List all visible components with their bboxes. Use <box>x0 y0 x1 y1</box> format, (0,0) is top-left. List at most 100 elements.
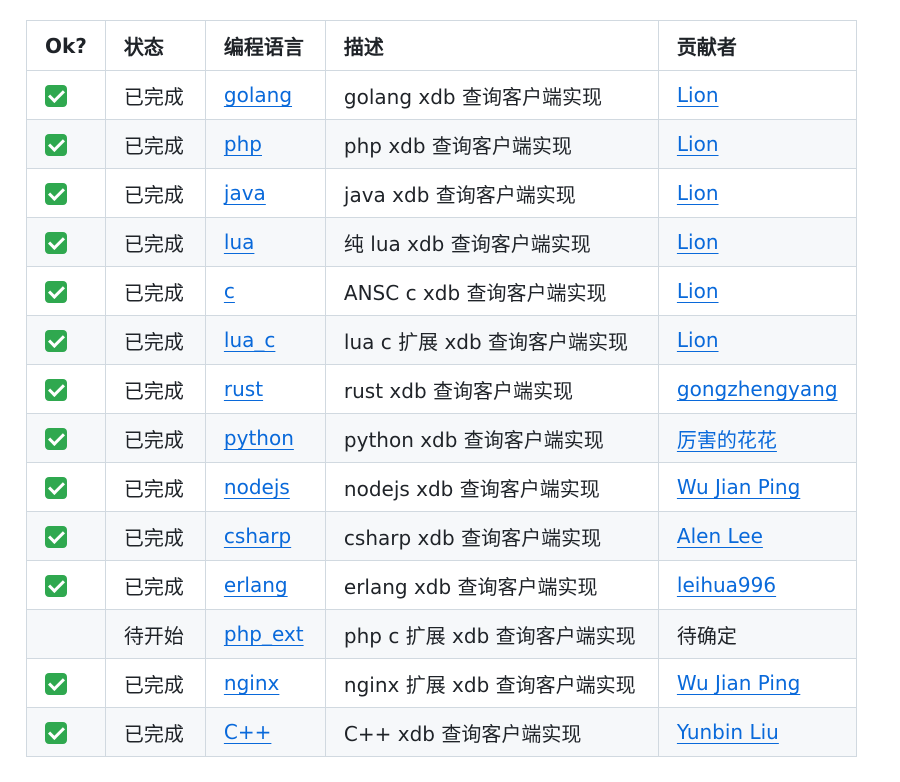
language-cell: python <box>204 413 326 463</box>
language-link[interactable]: lua_c <box>224 328 275 352</box>
description-cell: rust xdb 查询客户端实现 <box>324 364 659 414</box>
check-mark-button-icon <box>45 428 67 451</box>
ok-cell <box>26 70 106 120</box>
description-cell: java xdb 查询客户端实现 <box>324 168 659 218</box>
table-row: 已完成 nginx nginx 扩展 xdb 查询客户端实现 Wu Jian Ping <box>26 658 857 708</box>
contributor-link[interactable]: Wu Jian Ping <box>677 475 800 499</box>
ok-cell <box>26 168 106 218</box>
table-row: 已完成 php php xdb 查询客户端实现 Lion <box>26 119 857 169</box>
status-cell: 已完成 <box>104 560 206 610</box>
check-mark-button-icon <box>45 134 67 157</box>
ok-cell <box>26 266 106 316</box>
description-cell: php xdb 查询客户端实现 <box>324 119 659 169</box>
check-mark-button-icon <box>45 673 67 696</box>
contributor-cell: Wu Jian Ping <box>657 658 857 708</box>
table-body: 已完成 golang golang xdb 查询客户端实现 Lion 已完成 php php… <box>26 70 857 757</box>
contributor-link[interactable]: gongzhengyang <box>677 377 838 401</box>
table-row: 已完成 lua 纯 lua xdb 查询客户端实现 Lion <box>26 217 857 267</box>
contributor-link[interactable]: leihua996 <box>677 573 776 597</box>
language-link[interactable]: java <box>224 181 266 205</box>
contributor-cell: 待确定 <box>657 609 857 659</box>
language-link[interactable]: python <box>224 426 294 450</box>
language-link[interactable]: lua <box>224 230 255 254</box>
table-row: 已完成 python python xdb 查询客户端实现 厉害的花花 <box>26 413 857 463</box>
language-link[interactable]: nodejs <box>224 475 290 499</box>
language-cell: lua_c <box>204 315 326 365</box>
status-cell: 已完成 <box>104 511 206 561</box>
contributor-link[interactable]: Lion <box>677 181 719 205</box>
ok-cell <box>26 413 106 463</box>
check-mark-button-icon <box>45 575 67 598</box>
language-link[interactable]: golang <box>224 83 292 107</box>
status-cell: 已完成 <box>104 168 206 218</box>
language-cell: nginx <box>204 658 326 708</box>
header-status: 状态 <box>104 20 206 71</box>
language-link[interactable]: csharp <box>224 524 291 548</box>
language-link[interactable]: rust <box>224 377 263 401</box>
status-cell: 已完成 <box>104 462 206 512</box>
ok-cell <box>26 707 106 757</box>
header-ok: Ok? <box>26 20 106 71</box>
ok-cell <box>26 364 106 414</box>
description-cell: csharp xdb 查询客户端实现 <box>324 511 659 561</box>
header-description: 描述 <box>324 20 659 71</box>
check-mark-button-icon <box>45 232 67 255</box>
language-link[interactable]: nginx <box>224 671 279 695</box>
check-mark-button-icon <box>45 379 67 402</box>
ok-cell <box>26 119 106 169</box>
ok-cell <box>26 609 106 659</box>
check-mark-button-icon <box>45 85 67 108</box>
header-language: 编程语言 <box>204 20 326 71</box>
contributor-link[interactable]: Wu Jian Ping <box>677 671 800 695</box>
language-cell: rust <box>204 364 326 414</box>
ok-cell <box>26 511 106 561</box>
language-cell: csharp <box>204 511 326 561</box>
language-cell: c <box>204 266 326 316</box>
description-cell: 纯 lua xdb 查询客户端实现 <box>324 217 659 267</box>
status-cell: 待开始 <box>104 609 206 659</box>
contributor-link[interactable]: Yunbin Liu <box>677 720 779 744</box>
description-cell: golang xdb 查询客户端实现 <box>324 70 659 120</box>
contributor-link[interactable]: 厉害的花花 <box>677 428 777 452</box>
status-cell: 已完成 <box>104 266 206 316</box>
table-header-row: Ok? 状态 编程语言 描述 贡献者 <box>26 20 857 71</box>
description-cell: python xdb 查询客户端实现 <box>324 413 659 463</box>
table-row: 已完成 csharp csharp xdb 查询客户端实现 Alen Lee <box>26 511 857 561</box>
contributor-link[interactable]: Lion <box>677 230 719 254</box>
contributor-link[interactable]: Lion <box>677 279 719 303</box>
language-link[interactable]: php <box>224 132 262 156</box>
contributor-cell: leihua996 <box>657 560 857 610</box>
language-cell: erlang <box>204 560 326 610</box>
contributor-cell: Lion <box>657 70 857 120</box>
header-contributor: 贡献者 <box>657 20 857 71</box>
contributor-link[interactable]: Lion <box>677 328 719 352</box>
table-row: 已完成 lua_c lua c 扩展 xdb 查询客户端实现 Lion <box>26 315 857 365</box>
description-cell: C++ xdb 查询客户端实现 <box>324 707 659 757</box>
contributor-link[interactable]: Alen Lee <box>677 524 763 548</box>
language-link[interactable]: c <box>224 279 235 303</box>
language-link[interactable]: C++ <box>224 720 271 744</box>
contributor-cell: Lion <box>657 266 857 316</box>
description-cell: lua c 扩展 xdb 查询客户端实现 <box>324 315 659 365</box>
language-cell: C++ <box>204 707 326 757</box>
table-row: 已完成 erlang erlang xdb 查询客户端实现 leihua996 <box>26 560 857 610</box>
ok-cell <box>26 315 106 365</box>
table-row: 已完成 nodejs nodejs xdb 查询客户端实现 Wu Jian Ping <box>26 462 857 512</box>
check-mark-button-icon <box>45 722 67 745</box>
language-cell: php <box>204 119 326 169</box>
client-implementations-table: Ok? 状态 编程语言 描述 贡献者 已完成 golang golang xdb 查… <box>26 20 857 757</box>
contributor-link[interactable]: Lion <box>677 83 719 107</box>
status-cell: 已完成 <box>104 413 206 463</box>
status-cell: 已完成 <box>104 315 206 365</box>
check-mark-button-icon <box>45 526 67 549</box>
description-cell: erlang xdb 查询客户端实现 <box>324 560 659 610</box>
status-cell: 已完成 <box>104 70 206 120</box>
language-link[interactable]: erlang <box>224 573 288 597</box>
language-link[interactable]: php_ext <box>224 622 304 646</box>
contributor-cell: Wu Jian Ping <box>657 462 857 512</box>
contributor-cell: Lion <box>657 217 857 267</box>
language-cell: java <box>204 168 326 218</box>
table-row: 已完成 C++ C++ xdb 查询客户端实现 Yunbin Liu <box>26 707 857 757</box>
contributor-link[interactable]: Lion <box>677 132 719 156</box>
check-mark-button-icon <box>45 477 67 500</box>
